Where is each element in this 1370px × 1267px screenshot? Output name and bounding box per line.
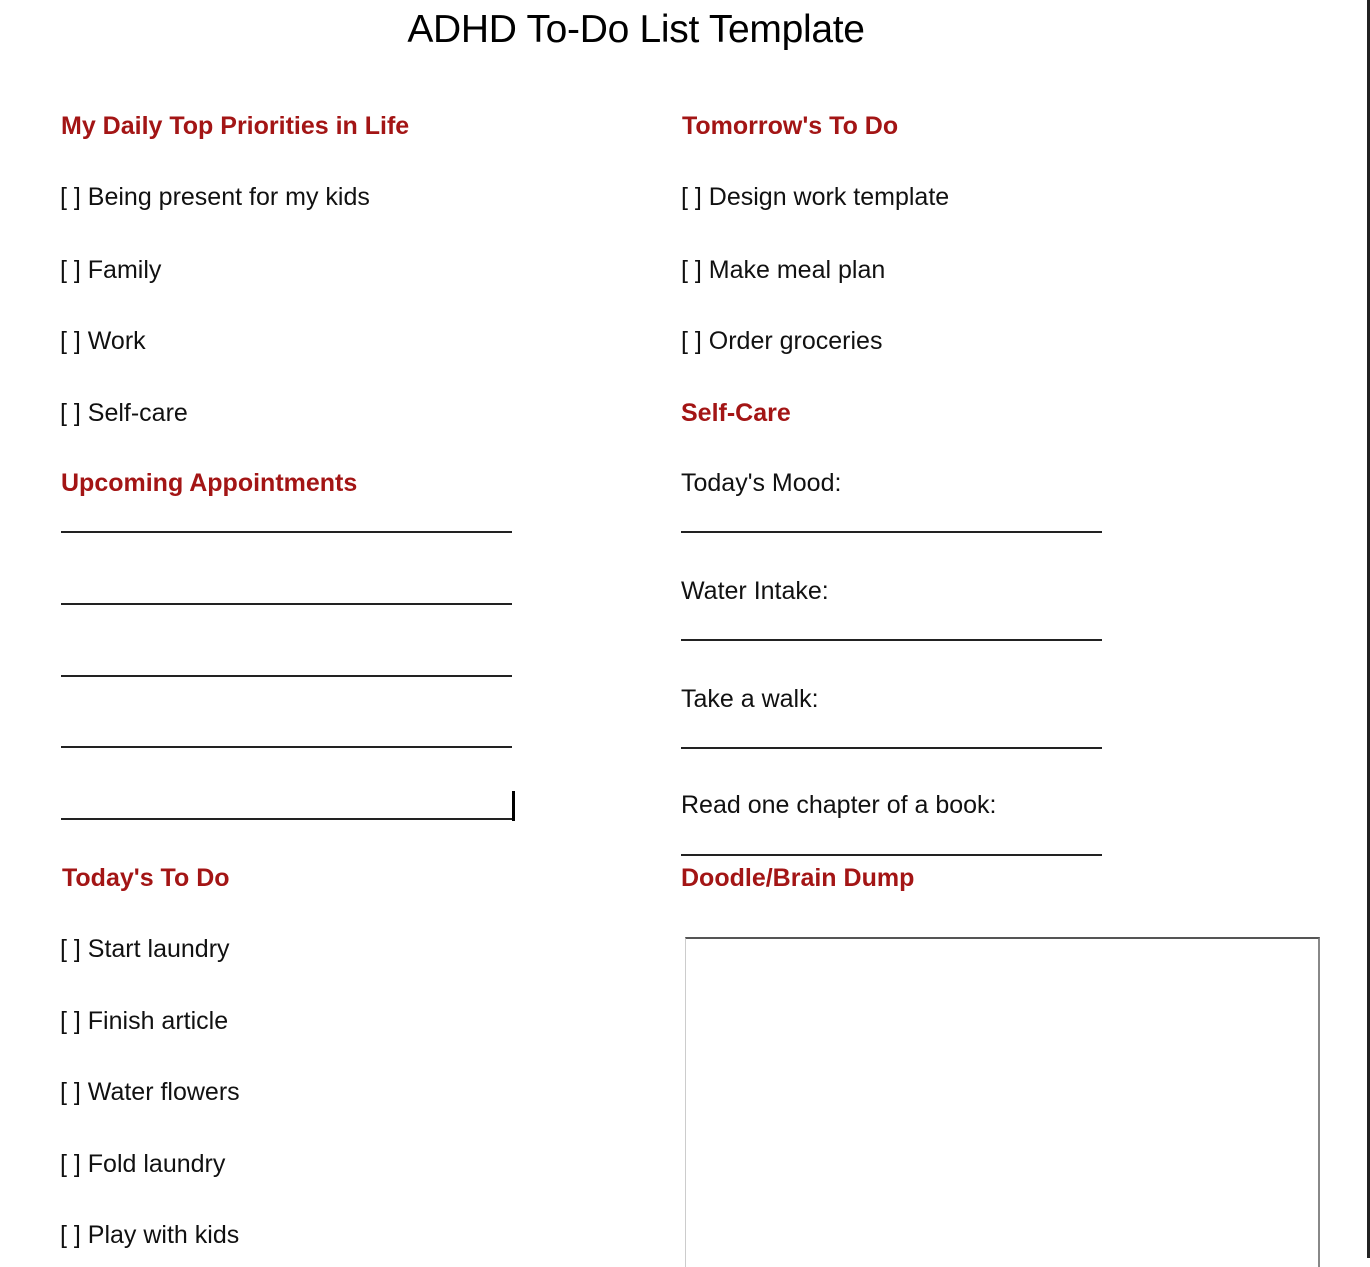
- today-item[interactable]: [ ] Water flowers: [60, 1078, 240, 1107]
- priority-item[interactable]: [ ] Being present for my kids: [60, 183, 370, 212]
- tomorrow-item[interactable]: [ ] Make meal plan: [681, 256, 885, 285]
- doodle-box[interactable]: [685, 937, 1320, 1267]
- tomorrow-item[interactable]: [ ] Design work template: [681, 183, 949, 212]
- page-title: ADHD To-Do List Template: [407, 8, 865, 51]
- today-item[interactable]: [ ] Play with kids: [60, 1221, 239, 1250]
- appointment-line[interactable]: [61, 531, 512, 533]
- doodle-heading: Doodle/Brain Dump: [681, 864, 915, 892]
- water-intake-label: Water Intake:: [681, 577, 829, 605]
- walk-label: Take a walk:: [681, 685, 819, 713]
- mood-label: Today's Mood:: [681, 469, 842, 497]
- tomorrow-heading: Tomorrow's To Do: [682, 112, 899, 140]
- appointment-line[interactable]: [61, 675, 512, 677]
- today-heading: Today's To Do: [62, 864, 230, 892]
- selfcare-heading: Self-Care: [681, 399, 791, 427]
- appointment-line[interactable]: [61, 818, 512, 820]
- today-item[interactable]: [ ] Start laundry: [60, 935, 230, 964]
- priorities-heading: My Daily Top Priorities in Life: [61, 112, 410, 140]
- read-chapter-label: Read one chapter of a book:: [681, 791, 997, 819]
- read-chapter-line[interactable]: [681, 854, 1102, 856]
- priority-item[interactable]: [ ] Self-care: [60, 399, 188, 428]
- water-intake-line[interactable]: [681, 639, 1102, 641]
- appointments-heading: Upcoming Appointments: [61, 469, 358, 497]
- priority-item[interactable]: [ ] Family: [60, 256, 161, 285]
- today-item[interactable]: [ ] Fold laundry: [60, 1150, 225, 1179]
- appointment-line[interactable]: [61, 746, 512, 748]
- tomorrow-item[interactable]: [ ] Order groceries: [681, 327, 882, 356]
- mood-line[interactable]: [681, 531, 1102, 533]
- priority-item[interactable]: [ ] Work: [60, 327, 146, 356]
- text-cursor: [512, 791, 515, 821]
- walk-line[interactable]: [681, 747, 1102, 749]
- appointment-line[interactable]: [61, 603, 512, 605]
- today-item[interactable]: [ ] Finish article: [60, 1007, 228, 1036]
